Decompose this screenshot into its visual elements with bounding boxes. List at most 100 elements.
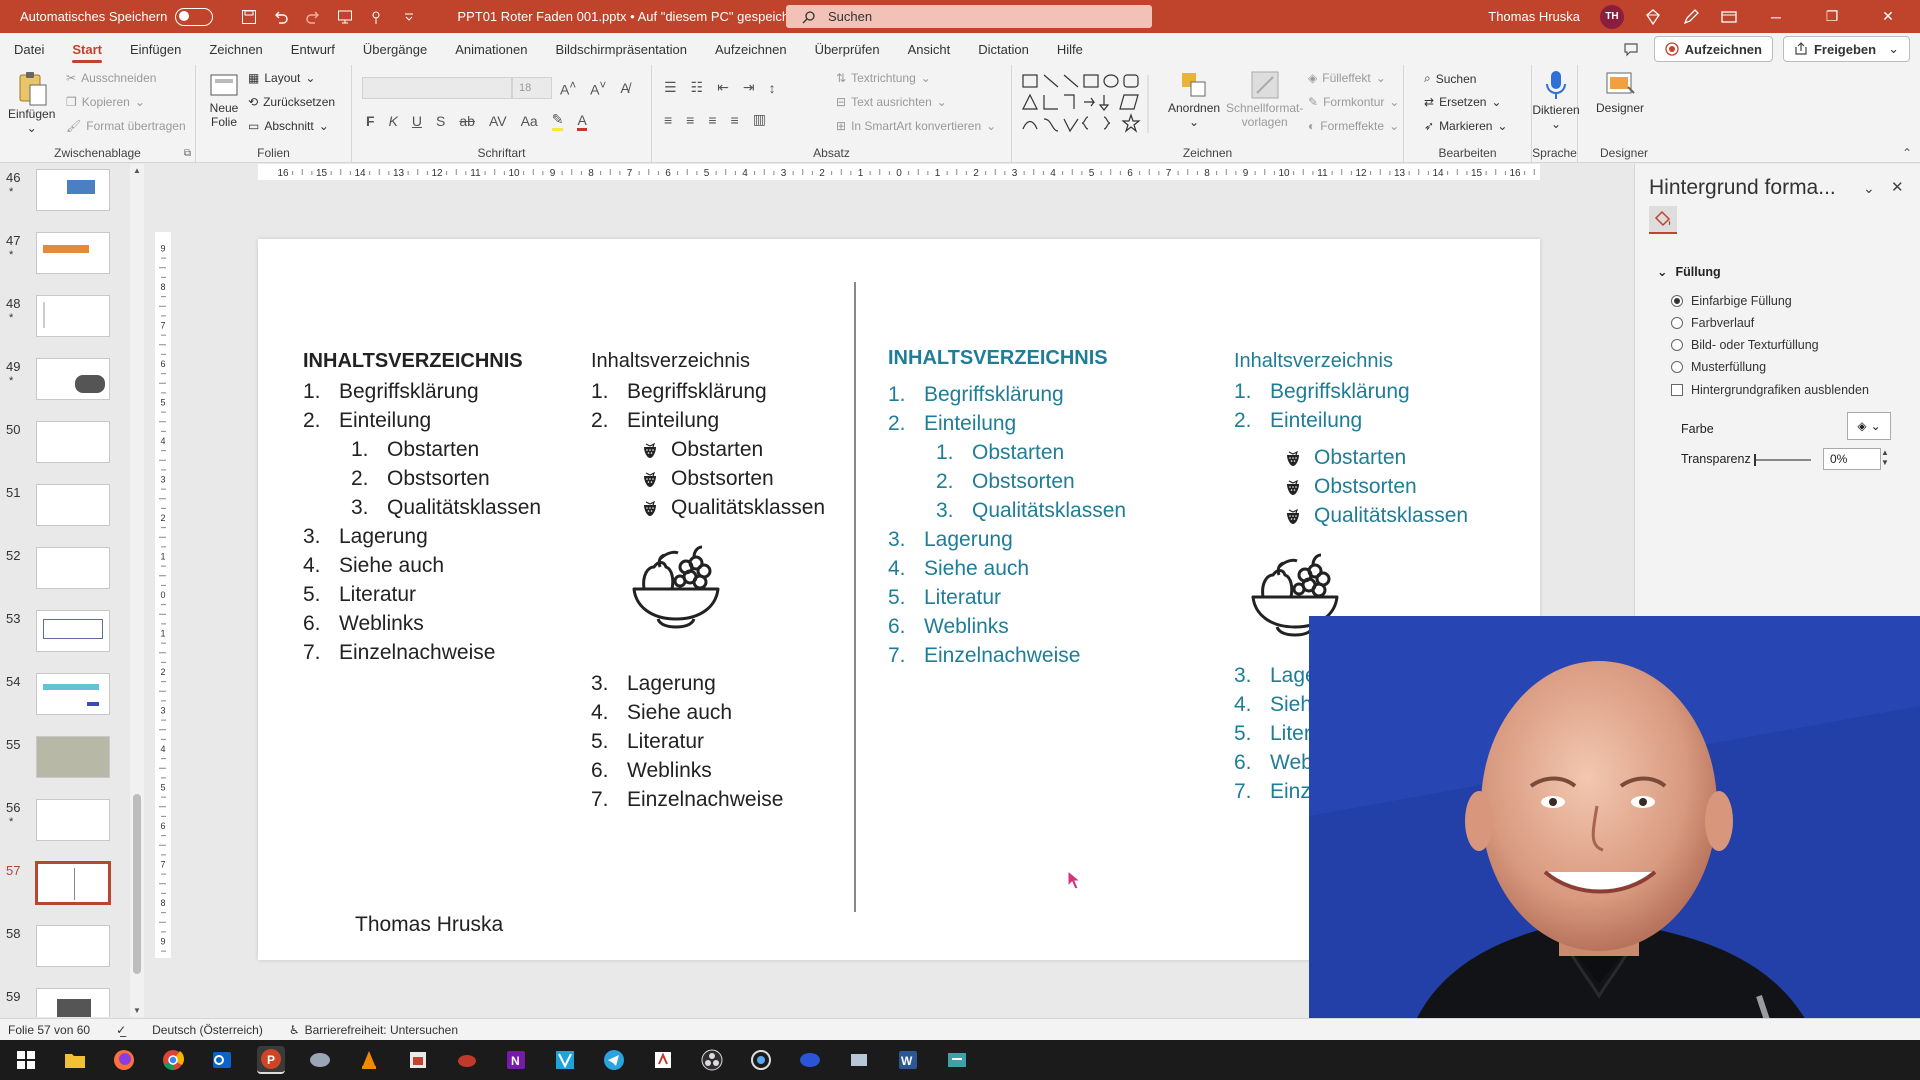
text-direction-button[interactable]: ⇅ Textrichtung ⌄ — [836, 71, 931, 85]
radio-solid-fill[interactable]: Einfarbige Füllung — [1671, 294, 1792, 308]
fill-button[interactable]: ◈ Fülleffekt ⌄ — [1308, 71, 1386, 85]
clear-format-icon[interactable]: A̸ — [620, 80, 629, 96]
tab-ansicht[interactable]: Ansicht — [894, 33, 965, 65]
tab-datei[interactable]: Datei — [0, 33, 58, 65]
app-icon[interactable] — [404, 1046, 432, 1074]
spelling-icon[interactable]: ✓̲ — [116, 1023, 126, 1037]
thumbnail-row[interactable]: 47 * — [0, 229, 148, 285]
thumbnail[interactable] — [36, 547, 110, 589]
scroll-thumb[interactable] — [133, 794, 141, 974]
spin-buttons[interactable]: ▲ ▼ — [1881, 448, 1889, 468]
present-icon[interactable] — [335, 7, 355, 27]
radio-circle[interactable] — [1671, 317, 1683, 329]
color-picker-button[interactable]: ◈ ⌄ — [1847, 412, 1891, 440]
save-icon[interactable] — [239, 7, 259, 27]
record-button[interactable]: Aufzeichnen — [1653, 36, 1773, 62]
thumbnail-row[interactable]: 49 * — [0, 355, 148, 411]
toc-column-2-continued[interactable]: 3. Lagerung 4. Siehe auch 5. Literatur 6. We… — [591, 669, 783, 814]
shadow-icon[interactable]: S — [436, 113, 445, 129]
thumbnail[interactable] — [36, 421, 110, 463]
tab-bildschirmpraesentation[interactable]: Bildschirmpräsentation — [541, 33, 701, 65]
thumbnail-row[interactable]: 52 — [0, 544, 148, 600]
powerpoint-icon[interactable]: P — [257, 1046, 285, 1074]
radio-gradient-fill[interactable]: Farbverlauf — [1671, 316, 1754, 330]
radio-circle[interactable] — [1671, 295, 1683, 307]
checkbox[interactable] — [1671, 384, 1683, 396]
scroll-up-icon[interactable]: ▲ — [133, 166, 141, 175]
fill-section-header[interactable]: ⌄ Füllung — [1657, 264, 1721, 280]
thumbnail[interactable] — [36, 169, 110, 211]
transparency-input[interactable]: 0% — [1823, 448, 1881, 470]
customize-qat-icon[interactable] — [399, 7, 419, 27]
radio-circle[interactable] — [1671, 339, 1683, 351]
vlc-icon[interactable] — [355, 1046, 383, 1074]
thumbnail[interactable] — [36, 358, 110, 400]
toc-column-2[interactable]: Inhaltsverzeichnis 1. Begriffsklärung 2. E… — [591, 350, 825, 522]
shapes-gallery[interactable] — [1020, 71, 1160, 137]
thumbnail-scrollbar[interactable]: ▲ ▼ — [130, 164, 144, 1017]
reset-button[interactable]: ⟲ Zurücksetzen — [248, 95, 335, 109]
section-button[interactable]: ▭ Abschnitt ⌄ — [248, 119, 329, 133]
toc-column-4-continued[interactable]: 3. Lage 4. Sieh 5. Liter 6. Web 7. Einz — [1234, 661, 1317, 806]
thumbnail-row[interactable]: 50 — [0, 418, 148, 474]
language[interactable]: Deutsch (Österreich) — [152, 1023, 263, 1037]
diamond-icon[interactable] — [1644, 8, 1662, 26]
close-pane-icon[interactable]: ✕ — [1891, 178, 1904, 196]
author-name[interactable]: Thomas Hruska — [355, 913, 503, 937]
scroll-down-icon[interactable]: ▼ — [133, 1006, 141, 1015]
app-icon[interactable] — [747, 1046, 775, 1074]
outline-button[interactable]: ✎ Formkontur ⌄ — [1308, 95, 1399, 109]
new-slide-button[interactable]: Neue Folie — [208, 69, 240, 129]
smartart-button[interactable]: ⊞ In SmartArt konvertieren ⌄ — [836, 119, 996, 133]
toc-column-3[interactable]: INHALTSVERZEICHNIS 1. Begriffsklärung 2. E… — [888, 347, 1126, 670]
tab-uebergaenge[interactable]: Übergänge — [349, 33, 441, 65]
select-button[interactable]: ➶ Markieren ⌄ — [1424, 119, 1507, 133]
thumbnail-row[interactable]: 58 — [0, 922, 148, 978]
columns-icon[interactable]: ▥ — [753, 111, 766, 128]
thumbnail-row[interactable]: 46 * — [0, 166, 148, 222]
firefox-icon[interactable] — [110, 1046, 138, 1074]
thumbnail[interactable] — [36, 673, 110, 715]
line-spacing-icon[interactable]: ↕ — [769, 80, 776, 96]
change-case-icon[interactable]: Aa — [521, 113, 538, 129]
align-text-button[interactable]: ⊟ Text ausrichten ⌄ — [836, 95, 947, 109]
layout-button[interactable]: ▦ Layout ⌄ — [248, 71, 315, 85]
char-spacing-icon[interactable]: AV — [489, 113, 507, 129]
thumbnail-selected[interactable] — [35, 861, 111, 905]
underline-icon[interactable]: U — [412, 113, 422, 129]
thumbnail[interactable] — [36, 799, 110, 841]
word-icon[interactable]: W — [894, 1046, 922, 1074]
numbering-icon[interactable]: ☷ — [691, 79, 704, 96]
vertical-divider[interactable] — [854, 282, 856, 912]
close-icon[interactable]: ✕ — [1870, 8, 1906, 25]
tab-dictation[interactable]: Dictation — [964, 33, 1043, 65]
thumbnail-row[interactable]: 51 — [0, 481, 148, 537]
cut-button[interactable]: ✂ Ausschneiden — [66, 71, 156, 85]
align-left-icon[interactable]: ≡ — [664, 112, 672, 128]
thumbnail[interactable] — [36, 484, 110, 526]
tab-animationen[interactable]: Animationen — [441, 33, 541, 65]
font-size-select[interactable]: 18 — [512, 77, 552, 99]
app-icon[interactable] — [649, 1046, 677, 1074]
file-explorer-icon[interactable] — [61, 1046, 89, 1074]
radio-picture-fill[interactable]: Bild- oder Texturfüllung — [1671, 338, 1819, 352]
pen-icon[interactable] — [1682, 8, 1700, 26]
toc-column-1[interactable]: INHALTSVERZEICHNIS 1. Begriffsklärung 2. E… — [303, 350, 541, 667]
grow-font-icon[interactable]: A˄ — [560, 79, 576, 98]
paste-button[interactable]: Einfügen ⌄ — [8, 69, 55, 135]
app-icon[interactable] — [453, 1046, 481, 1074]
app-icon[interactable] — [551, 1046, 579, 1074]
hide-graphics-checkbox[interactable]: Hintergrundgrafiken ausblenden — [1671, 383, 1869, 397]
font-family-select[interactable] — [362, 77, 512, 99]
thumbnail-row[interactable]: 57 — [0, 859, 148, 915]
fruit-bowl-icon[interactable] — [630, 545, 722, 631]
dictate-button[interactable]: Diktieren ⌄ — [1528, 69, 1584, 131]
thumbnail[interactable] — [36, 295, 110, 337]
app-icon[interactable] — [845, 1046, 873, 1074]
quick-styles-button[interactable]: Schnellformat- vorlagen — [1226, 69, 1303, 129]
restore-icon[interactable]: ❐ — [1814, 8, 1850, 25]
thumbnail[interactable] — [36, 988, 110, 1017]
shrink-font-icon[interactable]: A˅ — [590, 79, 606, 98]
tab-zeichnen[interactable]: Zeichnen — [195, 33, 276, 65]
align-center-icon[interactable]: ≡ — [686, 112, 694, 128]
